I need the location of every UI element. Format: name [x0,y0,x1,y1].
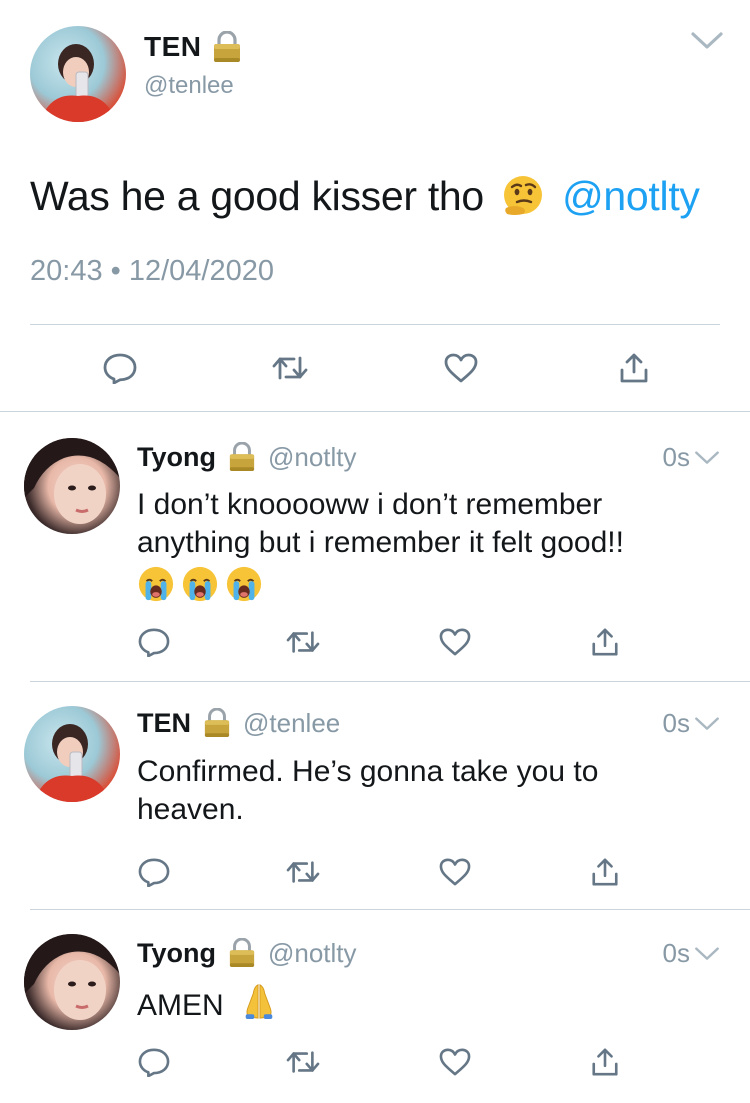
retweet-icon[interactable] [284,1047,322,1077]
retweet-icon[interactable] [284,857,322,887]
retweet-icon[interactable] [270,352,310,384]
username[interactable]: @tenlee [243,708,340,739]
display-name[interactable]: Tyong [137,938,216,969]
author-row: TEN @tenlee [137,706,340,740]
lock-icon [212,31,242,63]
display-name[interactable]: Tyong [137,442,216,473]
display-name[interactable]: TEN [137,708,191,739]
author-row: Tyong @notlty [137,936,357,970]
like-icon[interactable] [438,627,472,657]
tweet-text: I don’t knooooww i don’t remember anythi… [137,486,727,562]
username[interactable]: @notlty [268,938,357,969]
avatar[interactable] [24,934,120,1030]
share-icon[interactable] [590,627,620,657]
tweet-text-line: I don’t knooooww i don’t remember [137,488,603,521]
reply-tweet[interactable]: Tyong @notlty 0s I don’t knooooww i don’… [0,412,750,682]
emoji-row [137,565,263,603]
username[interactable]: @notlty [268,442,357,473]
chevron-down-icon[interactable] [690,30,724,52]
tweet-text-content: Was he a good kisser tho [30,173,484,219]
reply-icon[interactable] [102,352,138,384]
share-icon[interactable] [590,857,620,887]
mention-link[interactable]: @notlty [562,173,700,219]
tweet-timestamp: 20:43 • 12/04/2020 [30,255,274,287]
reply-icon[interactable] [137,627,171,657]
reply-tweet[interactable]: Tyong @notlty 0s AMEN [0,910,750,1103]
loudly-crying-face-emoji [225,565,263,603]
chevron-down-icon[interactable] [694,716,720,732]
tweet-time: 0s [662,938,690,968]
like-icon[interactable] [438,1047,472,1077]
like-icon[interactable] [438,857,472,887]
author-row: TEN [144,29,242,65]
username[interactable]: @tenlee [144,72,234,100]
display-name[interactable]: TEN [144,31,202,63]
chevron-down-icon[interactable] [694,450,720,466]
lock-icon [203,708,231,738]
author-row: Tyong @notlty [137,440,357,474]
reply-tweet[interactable]: TEN @tenlee 0s Confirmed. He’s gonna tak… [0,682,750,910]
reply-icon[interactable] [137,857,171,887]
thinking-face-emoji [501,174,545,230]
avatar[interactable] [24,438,120,534]
loudly-crying-face-emoji [181,565,219,603]
tweet-time: 0s [662,708,690,738]
tweet-text: Confirmed. He’s gonna take you to heaven… [137,753,727,829]
avatar[interactable] [24,706,120,802]
tweet-text-line: heaven. [137,793,244,826]
loudly-crying-face-emoji [137,565,175,603]
reply-icon[interactable] [137,1047,171,1077]
lock-icon [228,938,256,968]
tweet-text: Was he a good kisser tho @notlty [30,170,700,230]
tweet-text: AMEN [137,982,727,1030]
main-tweet: TEN @tenlee Was he a good kisser tho @no… [0,0,750,412]
folded-hands-emoji [240,982,278,1030]
tweet-text-line: anything but i remember it felt good!! [137,526,624,559]
chevron-down-icon[interactable] [694,946,720,962]
share-icon[interactable] [590,1047,620,1077]
tweet-text-line: AMEN [137,989,224,1022]
tweet-time: 0s [662,442,690,472]
avatar[interactable] [30,26,126,122]
retweet-icon[interactable] [284,627,322,657]
tweet-text-line: Confirmed. He’s gonna take you to [137,755,599,788]
share-icon[interactable] [618,352,650,384]
lock-icon [228,442,256,472]
divider [30,324,720,325]
like-icon[interactable] [443,352,479,384]
